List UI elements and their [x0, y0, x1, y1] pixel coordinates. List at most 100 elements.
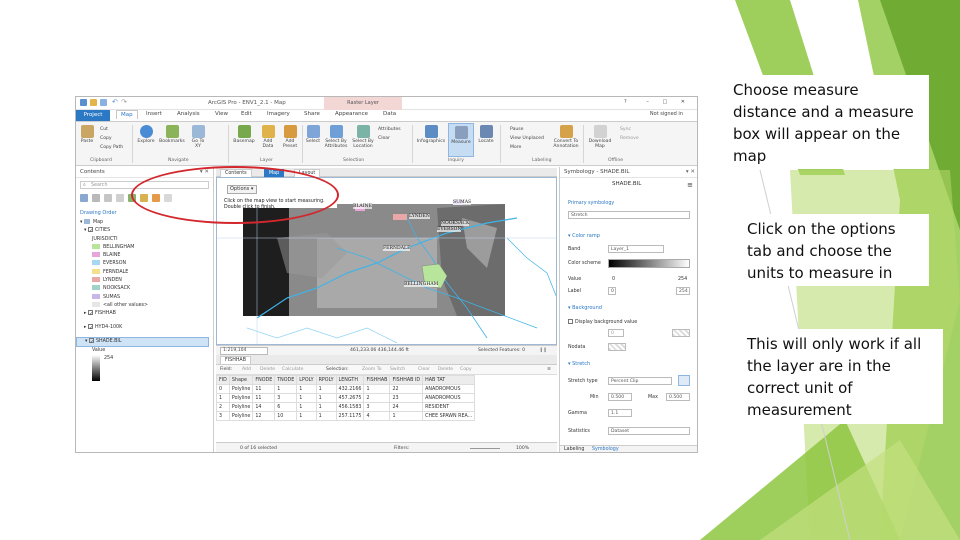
col-header[interactable]: FISHHAB ID [389, 375, 424, 385]
col-header[interactable]: RPOLY [315, 375, 337, 385]
switch-button[interactable]: Switch [390, 365, 405, 375]
band-select[interactable]: Layer_1 [608, 245, 664, 253]
save-icon[interactable] [80, 99, 87, 106]
new-icon[interactable] [100, 99, 107, 106]
view-unplaced-button[interactable]: View Unplaced [510, 136, 544, 141]
add-preset-button[interactable]: Add Preset [280, 125, 300, 149]
col-header[interactable]: FID [216, 375, 230, 385]
table-row[interactable]: 1 Polyline 11 3 1 1 457.2675 2 23 ANADROMOUS [216, 393, 476, 403]
bg-value-input[interactable]: 0 [608, 329, 624, 337]
tab-appearance[interactable]: Appearance [335, 111, 368, 117]
locate-button[interactable]: Locate [476, 125, 496, 144]
explore-button[interactable]: Explore [136, 125, 156, 144]
sign-in-status[interactable]: Not signed in [650, 111, 683, 117]
tab-imagery[interactable]: Imagery [267, 111, 290, 117]
col-header[interactable]: TNODE [274, 375, 298, 385]
zoom-to-button[interactable]: Zoom To [362, 365, 382, 375]
display-bg-checkbox[interactable]: Display background value [568, 319, 637, 325]
pane-close-icon[interactable]: ▾ ✕ [686, 167, 695, 178]
nodata-color-picker[interactable] [608, 343, 626, 351]
add-data-button[interactable]: Add Data [258, 125, 278, 149]
fishhab-checkbox[interactable]: ✓ [87, 310, 93, 317]
symbology-menu-icon[interactable]: ≡ [687, 181, 693, 189]
scale-selector[interactable]: 1:219,104 [220, 347, 268, 355]
list-by-editing-icon[interactable] [116, 194, 124, 202]
window-controls[interactable]: – □ ✕ [646, 99, 691, 105]
delete-field-button[interactable]: Delete [260, 365, 275, 375]
gamma-input[interactable]: 1.1 [608, 409, 632, 417]
statistics-select[interactable]: Dataset [608, 427, 690, 435]
col-header[interactable]: FISHHAB [363, 375, 391, 385]
select-by-location-button[interactable]: Select By Location [350, 125, 376, 149]
tab-project[interactable]: Project [76, 110, 110, 121]
add-field-button[interactable]: Add [242, 365, 251, 375]
open-icon[interactable] [90, 99, 97, 106]
stretch-section[interactable]: ▾ Stretch [568, 361, 590, 367]
help-icon[interactable]: ? [624, 99, 627, 105]
table-row[interactable]: 0 Polyline 11 1 1 1 432.2166 1 22 ANADROMOUS [216, 384, 476, 394]
attributes-button[interactable]: Attributes [378, 127, 401, 132]
fishhab-layer[interactable]: ▸ ✓ FISHHAB [76, 310, 213, 318]
hydro-checkbox[interactable]: ✓ [87, 323, 93, 331]
infographics-button[interactable]: Infographics [416, 125, 446, 144]
color-ramp-section[interactable]: ▾ Color ramp [568, 233, 600, 239]
histogram-button[interactable] [678, 375, 690, 386]
tab-view[interactable]: View [215, 111, 228, 117]
list-by-source-icon[interactable] [92, 194, 100, 202]
table-menu-icon[interactable]: ≡ [547, 365, 551, 375]
display-bg-check[interactable] [568, 319, 573, 324]
col-header[interactable]: LENGTH [335, 375, 365, 385]
copy-button[interactable]: Copy [100, 136, 112, 141]
basemap-button[interactable]: Basemap [232, 125, 256, 144]
clear-button[interactable]: Clear [418, 365, 430, 375]
more-button[interactable]: More [510, 145, 521, 150]
hydro-layer[interactable]: ▸ ✓ HYD4-100K [76, 323, 213, 332]
download-map-button[interactable]: Download Map [586, 125, 614, 149]
bg-color-picker[interactable] [672, 329, 690, 337]
shade-layer[interactable]: ▾ ✓ SHADE.BIL [76, 336, 209, 348]
bookmarks-button[interactable]: Bookmarks [158, 125, 186, 144]
select-button[interactable]: Select [304, 125, 322, 144]
filter-icon[interactable] [80, 194, 88, 202]
tab-symbology[interactable]: Symbology [592, 447, 619, 452]
color-scheme-ramp[interactable] [608, 259, 690, 268]
col-header[interactable]: LPOLY [296, 375, 317, 385]
copy-path-button[interactable]: Copy Path [100, 145, 123, 150]
remove-button[interactable]: Remove [620, 136, 639, 141]
shade-checkbox[interactable]: ✓ [88, 337, 94, 345]
copy-button[interactable]: Copy [460, 365, 472, 375]
col-header[interactable]: HAB TAT [422, 375, 476, 385]
undo-icon[interactable]: ↶ [112, 99, 119, 106]
col-header[interactable]: FNODE [252, 375, 276, 385]
background-section[interactable]: ▾ Background [568, 305, 602, 311]
symbology-type-select[interactable]: Stretch [568, 211, 690, 219]
table-row[interactable]: 3 Polyline 12 10 1 1 257.1175 4 1 CHEE SPAWN REA.… [216, 411, 476, 421]
tab-share[interactable]: Share [304, 111, 320, 117]
cut-button[interactable]: Cut [100, 127, 108, 132]
go-to-xy-button[interactable]: Go To XY [188, 125, 208, 149]
delete-button[interactable]: Delete [438, 365, 453, 375]
calculate-button[interactable]: Calculate [282, 365, 303, 375]
context-tab-raster-layer[interactable]: Raster Layer [324, 97, 402, 110]
col-header[interactable]: Shape [228, 375, 254, 385]
tab-insert[interactable]: Insert [146, 111, 162, 117]
measure-button[interactable]: Measure [448, 123, 474, 157]
tab-edit[interactable]: Edit [241, 111, 252, 117]
tab-data[interactable]: Data [383, 111, 396, 117]
cities-checkbox[interactable]: ✓ [87, 227, 93, 234]
tab-map[interactable]: Map [116, 110, 138, 119]
list-by-selection-icon[interactable] [104, 194, 112, 202]
redo-icon[interactable]: ↷ [121, 99, 128, 106]
clear-selection-button[interactable]: Clear [378, 136, 390, 141]
paste-button[interactable]: Paste [78, 125, 96, 144]
tab-analysis[interactable]: Analysis [177, 111, 200, 117]
select-by-attributes-button[interactable]: Select By Attributes [322, 125, 350, 149]
table-zoom-slider[interactable] [470, 448, 500, 449]
label-max-input[interactable]: 254 [676, 287, 690, 295]
table-row[interactable]: 2 Polyline 14 6 1 1 456.1583 3 24 RESIDENT [216, 402, 476, 412]
max-input[interactable]: 0.500 [666, 393, 690, 401]
convert-to-annotation-button[interactable]: Convert To Annotation [550, 125, 582, 149]
tab-fishhab-table[interactable]: FISHHAB [220, 356, 252, 364]
min-input[interactable]: 0.500 [608, 393, 632, 401]
stretch-type-select[interactable]: Percent Clip [608, 377, 672, 385]
